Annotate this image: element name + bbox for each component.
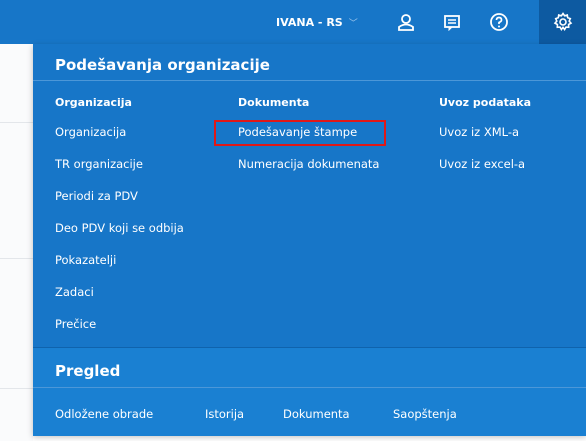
menu-item-uvoz-excel[interactable]: Uvoz iz excel-a: [439, 157, 525, 171]
chevron-down-icon: ﹀: [348, 18, 358, 29]
menu-item-numeracija-dokumenata[interactable]: Numeracija dokumenata: [238, 157, 379, 171]
menu-item-periodi-za-pdv[interactable]: Periodi za PDV: [55, 189, 138, 203]
menu-item-tr-organizacije[interactable]: TR organizacije: [55, 157, 143, 171]
highlight-box: [214, 120, 386, 146]
pregled-item-istorija[interactable]: Istorija: [205, 407, 244, 421]
menu-item-precice[interactable]: Prečice: [55, 317, 96, 331]
menu-item-deo-pdv[interactable]: Deo PDV koji se odbija: [55, 221, 184, 235]
user-label: IVANA - RS: [276, 15, 343, 29]
pregled-item-odlozene-obrade[interactable]: Odložene obrade: [55, 407, 153, 421]
help-icon[interactable]: [487, 10, 511, 34]
divider: [33, 80, 586, 81]
pregled-item-saopstenja[interactable]: Saopštenja: [393, 407, 457, 421]
column-heading-organizacija: Organizacija: [55, 96, 132, 109]
divider: [33, 387, 586, 388]
divider: [0, 122, 33, 123]
menu-item-uvoz-xml[interactable]: Uvoz iz XML-a: [439, 125, 519, 139]
user-icon[interactable]: [394, 10, 418, 34]
column-heading-dokumenta: Dokumenta: [238, 96, 310, 109]
menu-item-organizacija[interactable]: Organizacija: [55, 125, 126, 139]
menu-item-zadaci[interactable]: Zadaci: [55, 285, 94, 299]
section-title-pregled: Pregled: [55, 362, 121, 380]
panel-title: Podešavanja organizacije: [55, 56, 270, 74]
settings-icon[interactable]: [539, 0, 586, 44]
pregled-item-dokumenta[interactable]: Dokumenta: [283, 407, 350, 421]
pregled-section: Pregled Odložene obrade Istorija Dokumen…: [33, 347, 586, 436]
top-bar: IVANA - RS ﹀: [0, 0, 586, 44]
menu-item-pokazatelji[interactable]: Pokazatelji: [55, 253, 116, 267]
divider: [0, 388, 33, 389]
divider: [0, 258, 33, 259]
column-heading-uvoz-podataka: Uvoz podataka: [439, 96, 532, 109]
messages-icon[interactable]: [440, 10, 464, 34]
settings-dropdown-panel: Podešavanja organizacije Organizacija Or…: [33, 44, 586, 436]
background-content: [0, 44, 33, 441]
user-selector[interactable]: IVANA - RS ﹀: [276, 13, 358, 31]
